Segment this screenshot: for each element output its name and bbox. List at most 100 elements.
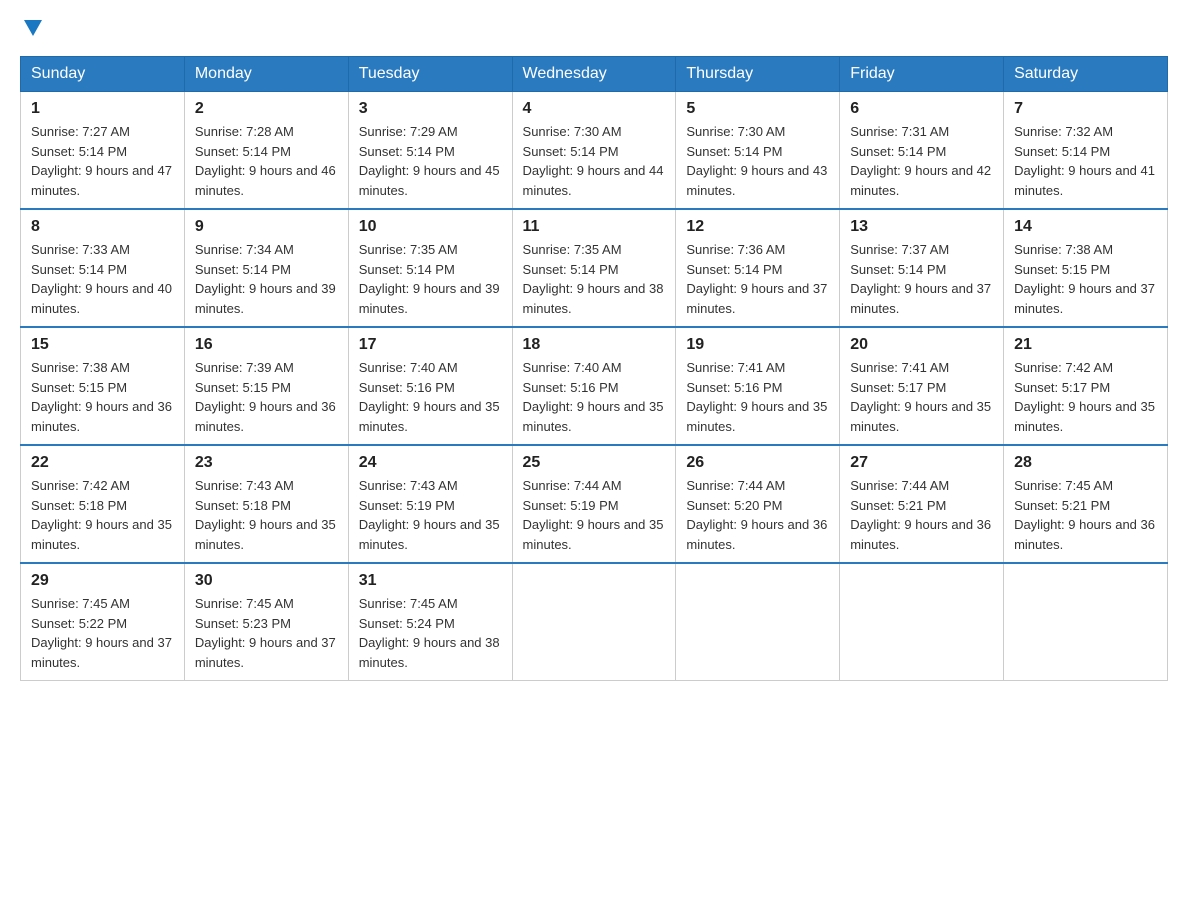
day-number: 25	[523, 454, 666, 472]
day-info: Sunrise: 7:28 AM Sunset: 5:14 PM Dayligh…	[195, 122, 338, 200]
day-number: 7	[1014, 100, 1157, 118]
day-number: 21	[1014, 336, 1157, 354]
calendar-day-cell: 5 Sunrise: 7:30 AM Sunset: 5:14 PM Dayli…	[676, 92, 840, 210]
day-info: Sunrise: 7:39 AM Sunset: 5:15 PM Dayligh…	[195, 358, 338, 436]
day-info: Sunrise: 7:42 AM Sunset: 5:17 PM Dayligh…	[1014, 358, 1157, 436]
day-number: 15	[31, 336, 174, 354]
calendar-day-cell: 16 Sunrise: 7:39 AM Sunset: 5:15 PM Dayl…	[184, 327, 348, 445]
calendar-day-cell: 9 Sunrise: 7:34 AM Sunset: 5:14 PM Dayli…	[184, 209, 348, 327]
day-number: 1	[31, 100, 174, 118]
calendar-day-cell: 2 Sunrise: 7:28 AM Sunset: 5:14 PM Dayli…	[184, 92, 348, 210]
calendar-body: 1 Sunrise: 7:27 AM Sunset: 5:14 PM Dayli…	[21, 92, 1168, 681]
calendar-week-row: 15 Sunrise: 7:38 AM Sunset: 5:15 PM Dayl…	[21, 327, 1168, 445]
calendar-day-cell: 28 Sunrise: 7:45 AM Sunset: 5:21 PM Dayl…	[1004, 445, 1168, 563]
day-info: Sunrise: 7:38 AM Sunset: 5:15 PM Dayligh…	[31, 358, 174, 436]
col-friday: Friday	[840, 57, 1004, 92]
day-number: 26	[686, 454, 829, 472]
calendar-day-cell: 22 Sunrise: 7:42 AM Sunset: 5:18 PM Dayl…	[21, 445, 185, 563]
day-number: 2	[195, 100, 338, 118]
day-number: 18	[523, 336, 666, 354]
calendar-day-cell: 3 Sunrise: 7:29 AM Sunset: 5:14 PM Dayli…	[348, 92, 512, 210]
day-info: Sunrise: 7:36 AM Sunset: 5:14 PM Dayligh…	[686, 240, 829, 318]
calendar-day-cell	[840, 563, 1004, 681]
col-monday: Monday	[184, 57, 348, 92]
day-info: Sunrise: 7:45 AM Sunset: 5:22 PM Dayligh…	[31, 594, 174, 672]
day-number: 9	[195, 218, 338, 236]
calendar-day-cell: 25 Sunrise: 7:44 AM Sunset: 5:19 PM Dayl…	[512, 445, 676, 563]
col-saturday: Saturday	[1004, 57, 1168, 92]
calendar-day-cell: 26 Sunrise: 7:44 AM Sunset: 5:20 PM Dayl…	[676, 445, 840, 563]
day-number: 16	[195, 336, 338, 354]
calendar-day-cell: 4 Sunrise: 7:30 AM Sunset: 5:14 PM Dayli…	[512, 92, 676, 210]
calendar-day-cell: 10 Sunrise: 7:35 AM Sunset: 5:14 PM Dayl…	[348, 209, 512, 327]
day-number: 11	[523, 218, 666, 236]
day-number: 28	[1014, 454, 1157, 472]
calendar-day-cell	[512, 563, 676, 681]
day-number: 31	[359, 572, 502, 590]
day-number: 3	[359, 100, 502, 118]
day-number: 17	[359, 336, 502, 354]
day-number: 19	[686, 336, 829, 354]
day-info: Sunrise: 7:42 AM Sunset: 5:18 PM Dayligh…	[31, 476, 174, 554]
day-info: Sunrise: 7:40 AM Sunset: 5:16 PM Dayligh…	[359, 358, 502, 436]
day-info: Sunrise: 7:31 AM Sunset: 5:14 PM Dayligh…	[850, 122, 993, 200]
calendar-day-cell	[676, 563, 840, 681]
day-info: Sunrise: 7:45 AM Sunset: 5:24 PM Dayligh…	[359, 594, 502, 672]
day-number: 13	[850, 218, 993, 236]
day-number: 4	[523, 100, 666, 118]
calendar-week-row: 1 Sunrise: 7:27 AM Sunset: 5:14 PM Dayli…	[21, 92, 1168, 210]
calendar-day-cell: 21 Sunrise: 7:42 AM Sunset: 5:17 PM Dayl…	[1004, 327, 1168, 445]
col-thursday: Thursday	[676, 57, 840, 92]
day-info: Sunrise: 7:37 AM Sunset: 5:14 PM Dayligh…	[850, 240, 993, 318]
col-tuesday: Tuesday	[348, 57, 512, 92]
day-info: Sunrise: 7:35 AM Sunset: 5:14 PM Dayligh…	[523, 240, 666, 318]
calendar-day-cell: 13 Sunrise: 7:37 AM Sunset: 5:14 PM Dayl…	[840, 209, 1004, 327]
day-info: Sunrise: 7:35 AM Sunset: 5:14 PM Dayligh…	[359, 240, 502, 318]
day-info: Sunrise: 7:41 AM Sunset: 5:16 PM Dayligh…	[686, 358, 829, 436]
day-info: Sunrise: 7:29 AM Sunset: 5:14 PM Dayligh…	[359, 122, 502, 200]
calendar-day-cell: 23 Sunrise: 7:43 AM Sunset: 5:18 PM Dayl…	[184, 445, 348, 563]
calendar-day-cell: 12 Sunrise: 7:36 AM Sunset: 5:14 PM Dayl…	[676, 209, 840, 327]
day-info: Sunrise: 7:34 AM Sunset: 5:14 PM Dayligh…	[195, 240, 338, 318]
calendar-week-row: 29 Sunrise: 7:45 AM Sunset: 5:22 PM Dayl…	[21, 563, 1168, 681]
day-info: Sunrise: 7:40 AM Sunset: 5:16 PM Dayligh…	[523, 358, 666, 436]
day-info: Sunrise: 7:30 AM Sunset: 5:14 PM Dayligh…	[686, 122, 829, 200]
calendar-day-cell: 31 Sunrise: 7:45 AM Sunset: 5:24 PM Dayl…	[348, 563, 512, 681]
calendar-week-row: 22 Sunrise: 7:42 AM Sunset: 5:18 PM Dayl…	[21, 445, 1168, 563]
calendar-day-cell: 1 Sunrise: 7:27 AM Sunset: 5:14 PM Dayli…	[21, 92, 185, 210]
day-info: Sunrise: 7:43 AM Sunset: 5:19 PM Dayligh…	[359, 476, 502, 554]
day-info: Sunrise: 7:33 AM Sunset: 5:14 PM Dayligh…	[31, 240, 174, 318]
calendar-day-cell: 15 Sunrise: 7:38 AM Sunset: 5:15 PM Dayl…	[21, 327, 185, 445]
day-number: 24	[359, 454, 502, 472]
calendar-day-cell: 8 Sunrise: 7:33 AM Sunset: 5:14 PM Dayli…	[21, 209, 185, 327]
day-number: 12	[686, 218, 829, 236]
calendar-day-cell: 27 Sunrise: 7:44 AM Sunset: 5:21 PM Dayl…	[840, 445, 1004, 563]
day-number: 20	[850, 336, 993, 354]
logo	[20, 20, 44, 38]
col-wednesday: Wednesday	[512, 57, 676, 92]
day-info: Sunrise: 7:44 AM Sunset: 5:21 PM Dayligh…	[850, 476, 993, 554]
calendar-day-cell: 7 Sunrise: 7:32 AM Sunset: 5:14 PM Dayli…	[1004, 92, 1168, 210]
day-info: Sunrise: 7:43 AM Sunset: 5:18 PM Dayligh…	[195, 476, 338, 554]
calendar-day-cell: 11 Sunrise: 7:35 AM Sunset: 5:14 PM Dayl…	[512, 209, 676, 327]
calendar-week-row: 8 Sunrise: 7:33 AM Sunset: 5:14 PM Dayli…	[21, 209, 1168, 327]
calendar-day-cell: 6 Sunrise: 7:31 AM Sunset: 5:14 PM Dayli…	[840, 92, 1004, 210]
calendar-day-cell: 17 Sunrise: 7:40 AM Sunset: 5:16 PM Dayl…	[348, 327, 512, 445]
calendar-day-cell: 30 Sunrise: 7:45 AM Sunset: 5:23 PM Dayl…	[184, 563, 348, 681]
day-number: 14	[1014, 218, 1157, 236]
day-info: Sunrise: 7:41 AM Sunset: 5:17 PM Dayligh…	[850, 358, 993, 436]
calendar-day-cell	[1004, 563, 1168, 681]
calendar-day-cell: 14 Sunrise: 7:38 AM Sunset: 5:15 PM Dayl…	[1004, 209, 1168, 327]
day-number: 30	[195, 572, 338, 590]
day-number: 5	[686, 100, 829, 118]
day-info: Sunrise: 7:38 AM Sunset: 5:15 PM Dayligh…	[1014, 240, 1157, 318]
day-number: 27	[850, 454, 993, 472]
calendar-day-cell: 20 Sunrise: 7:41 AM Sunset: 5:17 PM Dayl…	[840, 327, 1004, 445]
day-number: 22	[31, 454, 174, 472]
calendar-day-cell: 19 Sunrise: 7:41 AM Sunset: 5:16 PM Dayl…	[676, 327, 840, 445]
day-info: Sunrise: 7:44 AM Sunset: 5:20 PM Dayligh…	[686, 476, 829, 554]
col-sunday: Sunday	[21, 57, 185, 92]
calendar-table: Sunday Monday Tuesday Wednesday Thursday…	[20, 56, 1168, 681]
day-info: Sunrise: 7:44 AM Sunset: 5:19 PM Dayligh…	[523, 476, 666, 554]
day-info: Sunrise: 7:32 AM Sunset: 5:14 PM Dayligh…	[1014, 122, 1157, 200]
